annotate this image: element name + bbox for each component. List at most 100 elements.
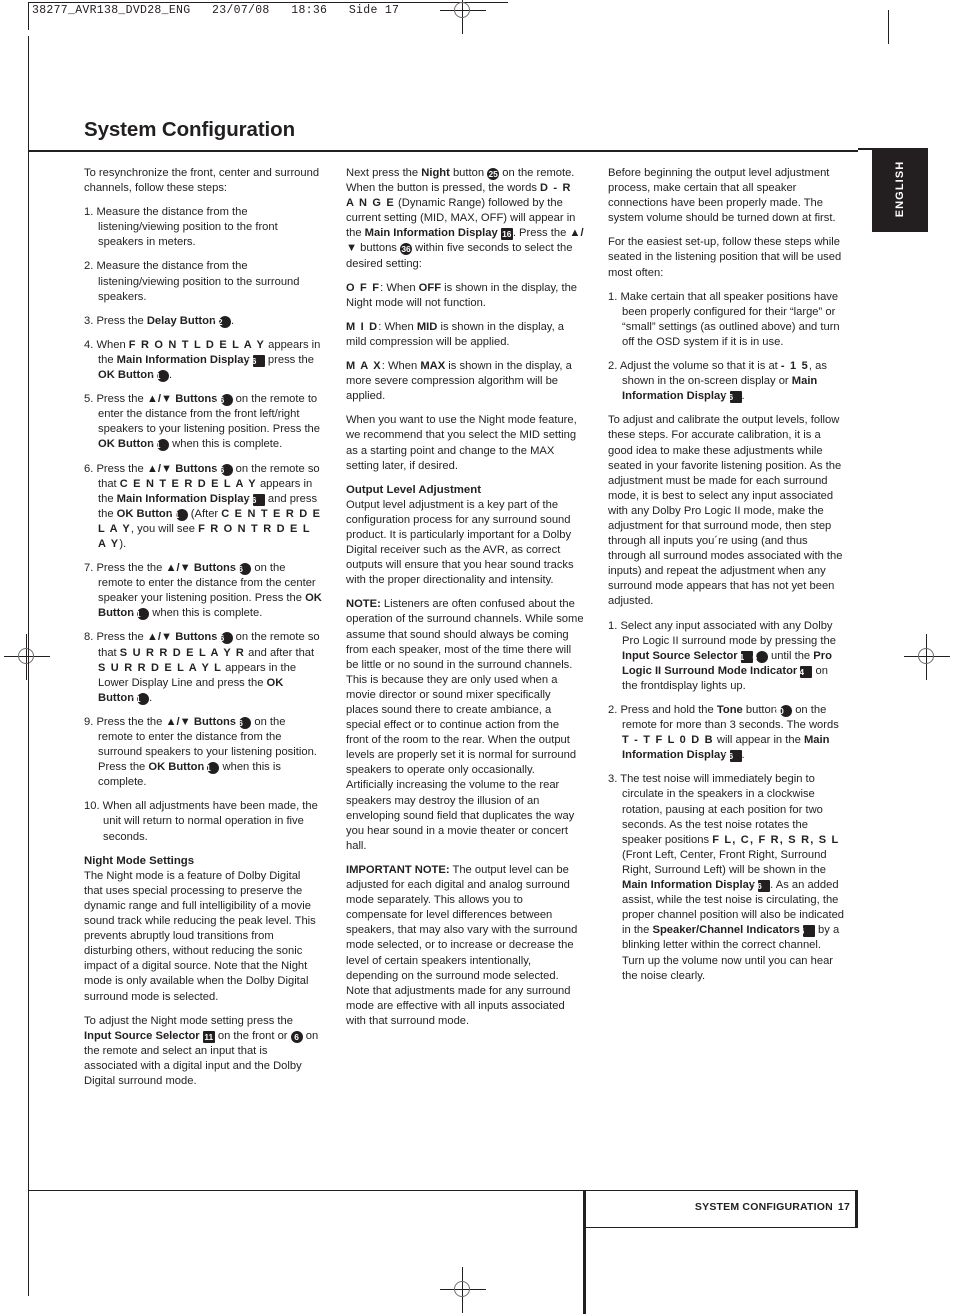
right-calib-step-2: 2. Press and hold the Tone button 30 on …: [608, 703, 846, 763]
important-note-label: IMPORTANT NOTE:: [346, 863, 450, 876]
night-mode-body: The Night mode is a feature of Dolby Dig…: [84, 869, 316, 1003]
left-step-1: 1. Measure the distance from the listeni…: [84, 205, 322, 250]
right-setup-step-2: 2. Adjust the volume so that it is at - …: [608, 359, 846, 404]
left-step-2: 2. Measure the distance from the listeni…: [84, 259, 322, 304]
lcd-off: O F F: [346, 281, 381, 294]
step-text: Press the: [96, 314, 147, 327]
footer-page-number: 17: [837, 1201, 850, 1213]
ok-button-label: OK Button: [148, 761, 205, 774]
lcd-mid: M I D: [346, 320, 379, 333]
step-text: and after that: [245, 646, 315, 659]
right-calib-step-1: 1. Select any input associated with any …: [608, 619, 846, 694]
registration-mark-right: [904, 634, 950, 680]
buttons-label: Buttons: [175, 462, 218, 475]
paragraph-text: : When: [378, 320, 417, 333]
step-text: will appear in the: [713, 734, 804, 747]
step-text: Press the the: [96, 562, 166, 575]
crop-rule-top-right: [888, 10, 889, 44]
important-note-paragraph: IMPORTANT NOTE: The output level can be …: [346, 863, 584, 1029]
right-calib-step-3: 3. The test noise will immediately begin…: [608, 772, 846, 983]
step-text: Press the: [96, 393, 147, 406]
lcd-max: M A X: [346, 360, 382, 373]
badge-remote-11: 11: [152, 439, 170, 452]
step-text: Measure the distance from the listening/…: [96, 206, 278, 249]
note-paragraph: NOTE: Listeners are often confused about…: [346, 597, 584, 854]
step-text: press the: [264, 353, 314, 366]
lcd-surr-delay-r: S U R R D E L A Y R: [119, 646, 246, 659]
step-text: Select any input associated with any Dol…: [620, 619, 836, 647]
language-tab-label: ENGLISH: [894, 160, 906, 218]
left-step-5: 5. Press the ▲/▼ Buttons 36 on the remot…: [84, 392, 322, 452]
badge-remote-6: 6: [753, 650, 768, 663]
step-number: 1.: [608, 290, 618, 303]
badge-panel-16: 16: [247, 354, 265, 367]
step-number: 2.: [608, 704, 618, 716]
lcd-center-delay: C E N T E R D E L A Y: [119, 477, 257, 490]
registration-mark-bottom: [440, 1267, 486, 1313]
badge-panel-16: 16: [752, 880, 771, 893]
buttons-label: Buttons: [175, 631, 218, 644]
night-recommend: When you want to use the Night mode feat…: [346, 414, 577, 472]
badge-remote-36: 36: [234, 716, 252, 729]
step-number: 2.: [608, 360, 618, 373]
mid-label: MID: [416, 320, 438, 333]
paragraph-text: on the front or: [214, 1029, 291, 1042]
badge-remote-36: 36: [400, 243, 412, 256]
badge-remote-11: 11: [152, 370, 170, 383]
registration-mark-top-right: [440, 0, 486, 34]
left-intro: To resynchronize the front, center and s…: [84, 167, 320, 195]
badge-remote-30: 30: [774, 705, 793, 717]
badge-remote-11: 11: [132, 692, 150, 705]
print-slug: 38277_AVR138_DVD28_ENG 23/07/08 18:36 Si…: [32, 4, 400, 17]
up-down-arrows-icon: ▲/▼: [146, 462, 173, 475]
badge-panel-16: 16: [724, 750, 742, 763]
step-number: 1.: [84, 206, 94, 219]
left-step-7: 7. Press the the ▲/▼ Buttons 36 on the r…: [84, 561, 322, 621]
input-source-selector-label: Input Source Selector: [84, 1029, 200, 1042]
paragraph-text: Next press the: [346, 167, 422, 179]
tone-button-label: Tone: [716, 704, 743, 716]
badge-remote-6: 6: [290, 1030, 303, 1043]
footer-label: SYSTEM CONFIGURATION 17: [695, 1201, 850, 1213]
language-tab: ENGLISH: [872, 148, 928, 232]
ok-button-label: OK Button: [116, 507, 173, 520]
badge-panel-11: 11: [735, 650, 753, 663]
right-easiest: For the easiest set-up, follow these ste…: [608, 236, 842, 279]
step-number: 4.: [84, 338, 94, 351]
step-text: Press the: [96, 631, 147, 644]
step-text-end: when this is complete.: [169, 438, 283, 451]
lcd-minus-15: - 1 5: [780, 360, 809, 373]
step-text: When all adjustments have been made, the…: [102, 800, 318, 843]
step-number: 1.: [608, 619, 618, 632]
step-text: When: [96, 338, 129, 351]
step-text: Press the: [96, 462, 147, 475]
right-calibrate: To adjust and calibrate the output level…: [608, 414, 843, 608]
main-info-display-label: Main Information Display: [116, 353, 250, 366]
step-text: Press and hold the: [620, 704, 717, 716]
off-label: OFF: [418, 281, 442, 294]
badge-remote-36: 36: [215, 632, 233, 645]
left-step-8: 8. Press the ▲/▼ Buttons 36 on the remot…: [84, 630, 322, 705]
main-info-display-label: Main Information Display: [364, 227, 498, 240]
badge-remote-36: 36: [215, 463, 233, 476]
page-left-rule: [28, 36, 29, 1296]
step-text-end: .: [169, 369, 173, 382]
paragraph-text: button: [449, 167, 488, 179]
paragraph-text: buttons: [357, 242, 400, 255]
note-label: NOTE:: [346, 598, 381, 611]
column-middle: Next press the Night button 25 on the re…: [346, 166, 584, 1098]
step-number: 5.: [84, 393, 94, 406]
lcd-speaker-positions: F L, C, F R, S R, S L: [712, 833, 840, 846]
up-down-arrows-icon: ▲/▼: [165, 715, 191, 728]
footer-section-name: SYSTEM CONFIGURATION: [694, 1201, 833, 1213]
badge-remote-11: 11: [170, 508, 188, 521]
left-step-4: 4. When F R O N T L D E L A Y appears in…: [84, 338, 322, 383]
badge-panel-16: 16: [500, 228, 513, 241]
step-text: , you will see: [130, 522, 199, 535]
buttons-label: Buttons: [193, 562, 237, 575]
badge-panel-11: 11: [202, 1030, 215, 1043]
step-number: 3.: [84, 314, 94, 327]
delay-button-label: Delay Button: [146, 314, 216, 327]
badge-panel-16: 16: [724, 391, 742, 404]
buttons-label: Buttons: [193, 715, 237, 728]
